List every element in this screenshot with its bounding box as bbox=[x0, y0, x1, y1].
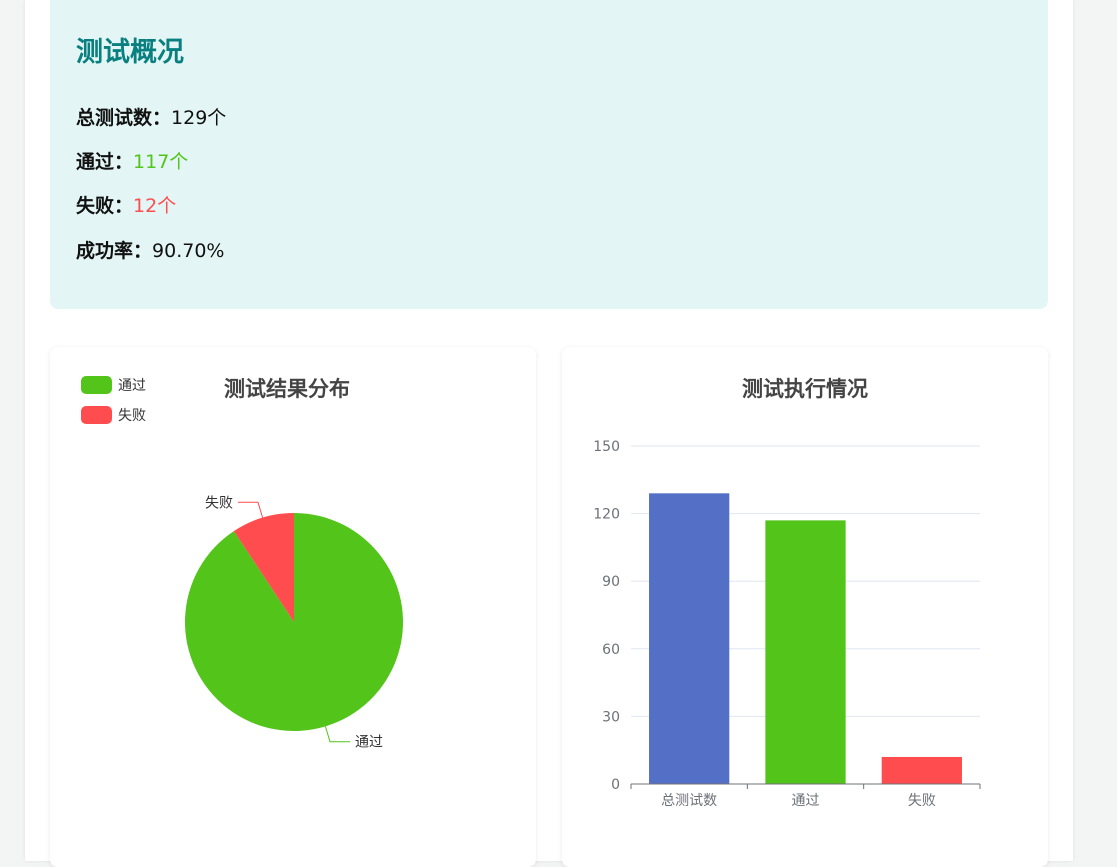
pie-chart-card: 测试结果分布 通过 失败 通过 失败 bbox=[50, 347, 536, 867]
pie-label-line-0 bbox=[324, 726, 351, 743]
y-tick-label-0: 0 bbox=[611, 777, 620, 793]
failed-label: 失败： bbox=[76, 195, 134, 217]
total-tests-label: 总测试数： bbox=[76, 107, 172, 129]
bar-1[interactable] bbox=[765, 520, 846, 784]
bar-0[interactable] bbox=[649, 493, 730, 784]
x-tick-label-0: 总测试数 bbox=[661, 793, 717, 809]
bar-chart: 0 30 60 90 120 150 总测试数 通过 失败 bbox=[593, 439, 981, 809]
y-tick-label-3: 90 bbox=[602, 574, 620, 590]
y-tick-label-1: 30 bbox=[602, 709, 620, 725]
pie-label-line-1 bbox=[237, 501, 264, 518]
passed-value: 117个 bbox=[133, 151, 189, 173]
success-rate-label: 成功率： bbox=[76, 240, 153, 262]
y-tick-label-4: 120 bbox=[593, 507, 620, 523]
test-summary-panel: 测试概况 总测试数：129个 通过：117个 失败：12个 成功率：90.70% bbox=[50, 0, 1048, 309]
failed-value: 12个 bbox=[133, 195, 177, 217]
y-tick-label-2: 60 bbox=[602, 642, 620, 658]
total-tests-value: 129个 bbox=[171, 107, 227, 129]
passed-label: 通过： bbox=[76, 151, 134, 173]
failed-stat: 失败：12个 bbox=[76, 191, 176, 218]
bar-chart-card: 测试执行情况 0 30 60 90 120 150 总测试数 通过 失败 bbox=[562, 347, 1048, 867]
pie-label-1: 失败 bbox=[205, 495, 233, 511]
total-tests-stat: 总测试数：129个 bbox=[76, 103, 226, 130]
success-rate-value: 90.70% bbox=[152, 240, 225, 262]
pie-label-0: 通过 bbox=[355, 735, 383, 751]
summary-title: 测试概况 bbox=[76, 37, 184, 68]
bar-2[interactable] bbox=[881, 756, 962, 784]
passed-stat: 通过：117个 bbox=[76, 147, 188, 174]
report-page: 测试概况 总测试数：129个 通过：117个 失败：12个 成功率：90.70%… bbox=[25, 0, 1073, 867]
pie-chart: 通过 失败 bbox=[184, 495, 403, 751]
x-tick-label-1: 通过 bbox=[792, 793, 820, 809]
y-tick-label-5: 150 bbox=[593, 439, 620, 455]
success-rate-stat: 成功率：90.70% bbox=[76, 236, 224, 263]
x-tick-label-2: 失败 bbox=[908, 793, 936, 809]
